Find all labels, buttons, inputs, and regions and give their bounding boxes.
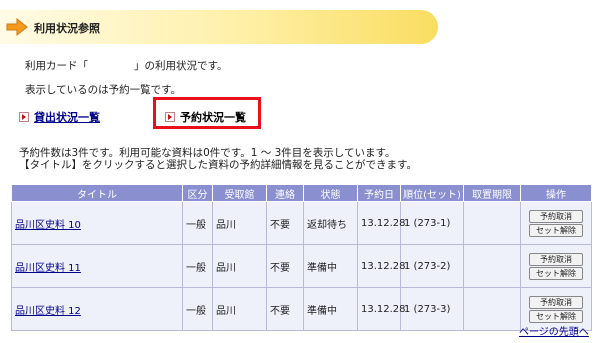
status-cell: 準備中	[303, 244, 358, 288]
item-title-link[interactable]: 品川区史料 11	[15, 263, 81, 274]
tab-reservation-list[interactable]: 予約状況一覧	[165, 109, 246, 125]
rank-cell: 1 (273-2)	[400, 244, 464, 288]
table-row: 品川区史料 10 一般 品川 不要 返却待ち 13.12.28 1 (273-1…	[11, 201, 592, 245]
col-category: 区分	[182, 184, 213, 202]
cancel-reservation-button[interactable]: 予約取消	[529, 209, 583, 223]
reserve-date-cell: 13.12.28	[357, 287, 406, 331]
category-cell: 一般	[182, 244, 213, 288]
release-set-button[interactable]: セット解除	[529, 223, 583, 237]
release-set-button[interactable]: セット解除	[529, 309, 583, 323]
rank-cell: 1 (273-1)	[400, 201, 464, 245]
col-title: タイトル	[11, 184, 183, 202]
category-cell: 一般	[182, 287, 213, 331]
pickup-library-cell: 品川	[212, 287, 267, 331]
arrow-right-icon	[6, 18, 28, 36]
col-rank-set: 順位(セット)	[400, 184, 464, 202]
contact-cell: 不要	[266, 201, 304, 245]
triangle-bullet-icon	[165, 112, 175, 122]
reservation-table: タイトル 区分 受取館 連絡 状態 予約日 順位(セット) 取置期限 操作 品川…	[11, 184, 592, 331]
cancel-reservation-button[interactable]: 予約取消	[529, 295, 583, 309]
reserve-date-cell: 13.12.28	[357, 201, 406, 245]
pickup-library-cell: 品川	[212, 244, 267, 288]
title-click-hint: 【タイトル】をクリックすると選択した資料の予約詳細情報を見ることができます。	[19, 159, 417, 171]
hold-limit-cell	[463, 201, 521, 245]
release-set-button[interactable]: セット解除	[529, 266, 583, 280]
reserve-date-cell: 13.12.28	[357, 244, 406, 288]
hold-limit-cell	[463, 287, 521, 331]
col-status: 状態	[303, 184, 358, 202]
contact-cell: 不要	[266, 244, 304, 288]
col-contact: 連絡	[266, 184, 304, 202]
triangle-bullet-icon	[19, 112, 29, 122]
status-cell: 準備中	[303, 287, 358, 331]
table-header-row: タイトル 区分 受取館 連絡 状態 予約日 順位(セット) 取置期限 操作	[11, 184, 592, 202]
operations-cell: 予約取消 セット解除	[520, 244, 592, 288]
table-row: 品川区史料 11 一般 品川 不要 準備中 13.12.28 1 (273-2)…	[11, 244, 592, 288]
rank-cell: 1 (273-3)	[400, 287, 464, 331]
tab-loan-list[interactable]: 貸出状況一覧	[19, 109, 100, 125]
item-title-link[interactable]: 品川区史料 10	[15, 220, 81, 231]
hold-limit-cell	[463, 244, 521, 288]
pickup-library-cell: 品川	[212, 201, 267, 245]
col-reserve-date: 予約日	[357, 184, 401, 202]
category-cell: 一般	[182, 201, 213, 245]
section-header: 利用状況参照	[0, 10, 438, 44]
table-row: 品川区史料 12 一般 品川 不要 準備中 13.12.28 1 (273-3)…	[11, 287, 592, 331]
contact-cell: 不要	[266, 287, 304, 331]
operations-cell: 予約取消 セット解除	[520, 201, 592, 245]
cancel-reservation-button[interactable]: 予約取消	[529, 252, 583, 266]
col-operations: 操作	[520, 184, 592, 202]
page-top-link[interactable]: ページの先頭へ	[519, 323, 589, 338]
col-pickup-library: 受取館	[212, 184, 267, 202]
section-title: 利用状況参照	[34, 22, 100, 35]
status-cell: 返却待ち	[303, 201, 358, 245]
card-usage-text: 利用カード「 」の利用状況です。	[25, 60, 228, 72]
item-title-link[interactable]: 品川区史料 12	[15, 306, 81, 317]
col-hold-limit: 取置期限	[463, 184, 521, 202]
showing-text: 表示しているのは予約一覧です。	[25, 84, 182, 96]
